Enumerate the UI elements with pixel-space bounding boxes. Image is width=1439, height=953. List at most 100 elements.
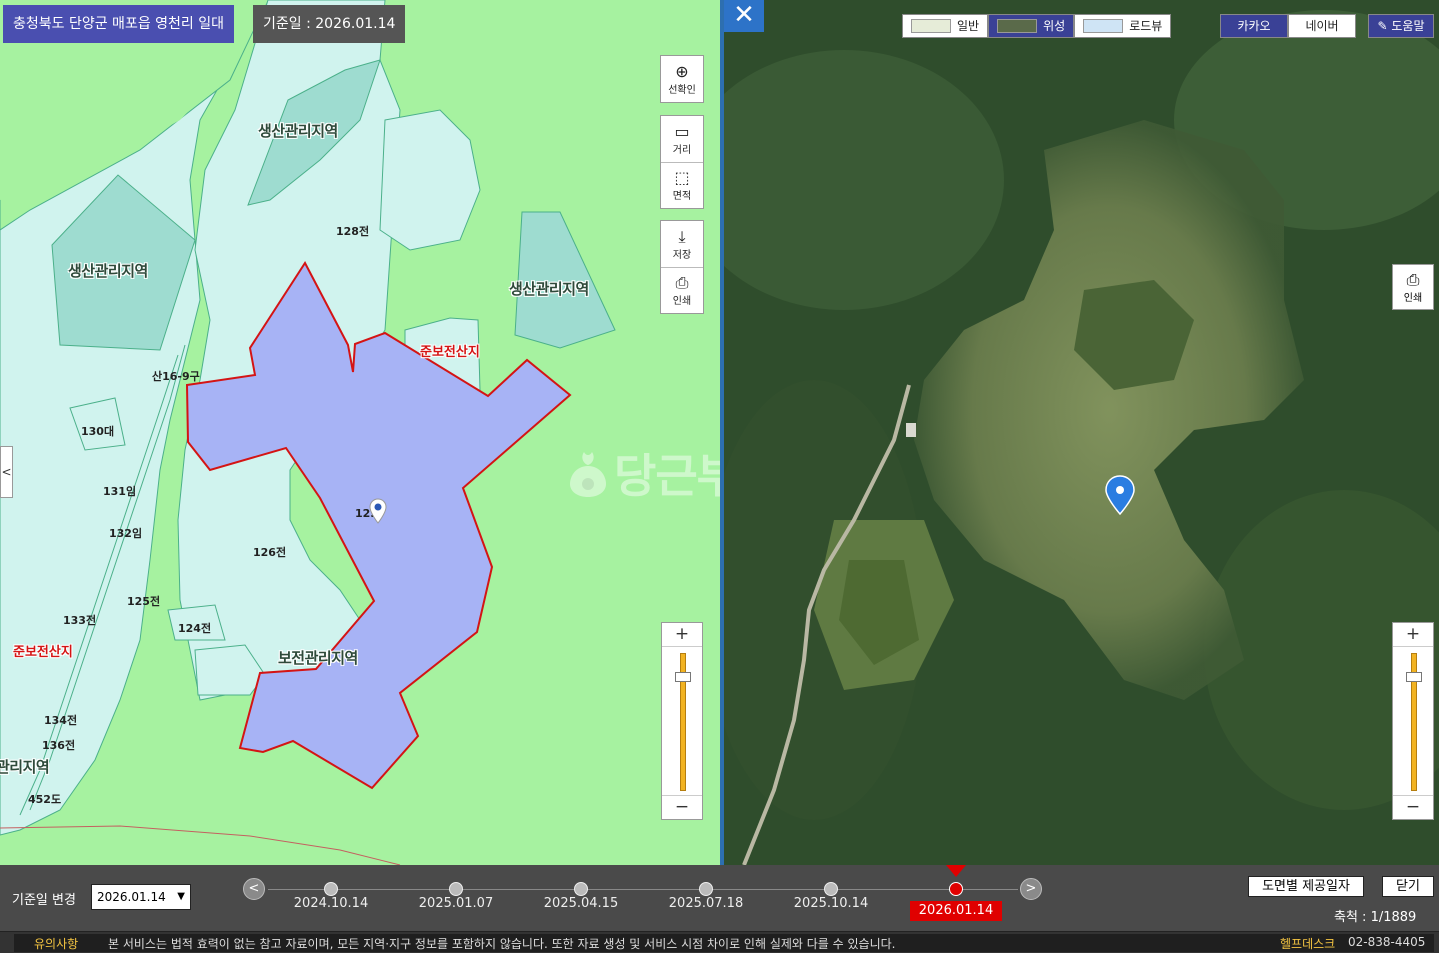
timeline-date[interactable]: 2025.04.15 bbox=[531, 896, 631, 911]
timeline-track bbox=[268, 889, 1018, 890]
timeline-date[interactable]: 2024.10.14 bbox=[281, 896, 381, 911]
map-scale: 축척 : 1/1889 bbox=[1334, 910, 1417, 925]
distance-button[interactable]: ▭ 거리 bbox=[661, 116, 703, 162]
helpdesk-label: 헬프데스크 bbox=[1280, 937, 1336, 951]
zone-label: 보전관리지역 bbox=[278, 649, 358, 667]
selection-label: 선확인 bbox=[668, 84, 696, 96]
measure-tools: ▭ 거리 ⬚ 면적 bbox=[660, 115, 704, 209]
zoom-slider-thumb[interactable] bbox=[675, 672, 691, 683]
right-zoom-control: + − bbox=[1392, 622, 1434, 820]
carrot-logo-icon bbox=[570, 452, 606, 497]
general-map-thumbnail-icon bbox=[911, 19, 951, 33]
save-button[interactable]: ⤓ 저장 bbox=[661, 221, 703, 267]
zoom-in-button[interactable]: + bbox=[1393, 623, 1433, 647]
cadastral-map[interactable]: 생산관리지역 생산관리지역 생산관리지역 보전관리지역 관리지역 준보전산지 준… bbox=[0, 0, 720, 865]
provider-kakao[interactable]: 카카오 bbox=[1220, 14, 1288, 38]
download-icon: ⤓ bbox=[678, 226, 686, 246]
parcel-label: 131임 bbox=[103, 485, 137, 498]
timeline-date[interactable]: 2025.10.14 bbox=[781, 896, 881, 911]
parcel-label: 133전 bbox=[63, 614, 97, 627]
left-zoom-control: + − bbox=[661, 622, 703, 820]
reference-date-select[interactable]: 2026.01.14 ▼ bbox=[91, 884, 191, 910]
notice-inner: 유의사항 본 서비스는 법적 효력이 없는 참고 자료이며, 모든 지역·지구 … bbox=[14, 934, 1434, 952]
satellite-map[interactable] bbox=[724, 0, 1439, 865]
zoom-out-button[interactable]: − bbox=[662, 795, 702, 819]
timeline-next-button[interactable]: > bbox=[1020, 878, 1042, 900]
zone-label: 생산관리지역 bbox=[509, 280, 589, 298]
map-type-label: 일반 bbox=[957, 19, 980, 33]
area-square-icon: ⬚ bbox=[674, 168, 690, 187]
roadview-thumbnail-icon bbox=[1083, 19, 1124, 33]
zone-label: 생산관리지역 bbox=[68, 262, 148, 280]
collapse-left-panel-button[interactable]: < bbox=[0, 446, 13, 498]
reference-date-value: 2026.01.14 bbox=[97, 890, 166, 904]
timeline-date[interactable]: 2025.07.18 bbox=[656, 896, 756, 911]
map-type-label: 위성 bbox=[1043, 19, 1066, 33]
print-button[interactable]: ⎙ 인쇄 bbox=[661, 267, 703, 313]
timeline-current-marker-icon bbox=[946, 865, 966, 877]
satellite-map-thumbnail-icon bbox=[997, 19, 1038, 33]
map-type-label: 로드뷰 bbox=[1129, 19, 1163, 33]
parcel-label: 132임 bbox=[109, 527, 143, 540]
timeline-date[interactable]: 2025.01.07 bbox=[406, 896, 506, 911]
notice-bar: 유의사항 본 서비스는 법적 효력이 없는 참고 자료이며, 모든 지역·지구 … bbox=[0, 931, 1439, 953]
map-type-satellite[interactable]: 위성 bbox=[988, 14, 1075, 38]
save-label: 저장 bbox=[672, 249, 692, 261]
map-type-roadview[interactable]: 로드뷰 bbox=[1074, 14, 1172, 38]
provide-dates-button[interactable]: 도면별 제공일자 bbox=[1248, 876, 1364, 897]
map-type-general[interactable]: 일반 bbox=[902, 14, 989, 38]
selection-tool[interactable]: ⊕ 선확인 bbox=[660, 55, 704, 103]
help-button[interactable]: ✎ 도움말 bbox=[1368, 14, 1434, 38]
timeline-point[interactable] bbox=[699, 882, 713, 896]
forest-zone-label: 준보전산지 bbox=[13, 645, 73, 660]
timeline-point[interactable] bbox=[574, 882, 588, 896]
forest-zone-label: 준보전산지 bbox=[420, 345, 480, 360]
zone-label: 생산관리지역 bbox=[258, 122, 338, 140]
close-button[interactable]: 닫기 bbox=[1382, 876, 1434, 897]
zoom-slider-thumb[interactable] bbox=[1406, 672, 1422, 683]
reference-date: 기준일 : 2026.01.14 bbox=[253, 5, 406, 43]
chevron-down-icon: ▼ bbox=[177, 891, 185, 902]
area-button[interactable]: ⬚ 면적 bbox=[661, 162, 703, 208]
zoom-plus-circle-icon: ⊕ bbox=[675, 61, 689, 81]
area-label: 면적 bbox=[672, 191, 692, 202]
zoom-out-button[interactable]: − bbox=[1393, 795, 1433, 819]
right-print-button[interactable]: ⎙ 인쇄 bbox=[1392, 264, 1434, 310]
output-tools: ⤓ 저장 ⎙ 인쇄 bbox=[660, 220, 704, 314]
notice-text: 본 서비스는 법적 효력이 없는 참고 자료이며, 모든 지역·지구 정보를 포… bbox=[108, 937, 896, 951]
parcel-label: 136전 bbox=[42, 739, 76, 752]
ruler-icon: ▭ bbox=[674, 121, 690, 141]
parcel-label: 124전 bbox=[178, 622, 212, 635]
zoom-in-button[interactable]: + bbox=[662, 623, 702, 647]
parcel-label: 134전 bbox=[44, 714, 78, 727]
zone-label: 관리지역 bbox=[0, 758, 50, 776]
watermark: 당근부동산 bbox=[566, 440, 720, 506]
print-label: 인쇄 bbox=[672, 296, 692, 307]
watermark-text: 당근부동산 bbox=[614, 449, 720, 503]
timeline-point[interactable] bbox=[449, 882, 463, 896]
parcel-label: 452도 bbox=[28, 793, 62, 806]
provider-naver[interactable]: 네이버 bbox=[1288, 14, 1356, 38]
timeline-bar: 기준일 변경 2026.01.14 ▼ < 2024.10.14 2025.01… bbox=[0, 865, 1439, 931]
notice-title: 유의사항 bbox=[34, 937, 79, 951]
parcel-label: 130대 bbox=[81, 425, 115, 438]
timeline-date-active[interactable]: 2026.01.14 bbox=[910, 901, 1002, 921]
printer-icon: ⎙ bbox=[675, 273, 689, 292]
print-label: 인쇄 bbox=[1403, 292, 1423, 304]
timeline-point-active[interactable] bbox=[949, 882, 963, 896]
satellite-imagery bbox=[724, 0, 1439, 865]
map-viewer: 생산관리지역 생산관리지역 생산관리지역 보전관리지역 관리지역 준보전산지 준… bbox=[0, 0, 1439, 953]
parcel-label: 125전 bbox=[127, 595, 161, 608]
timeline-prev-button[interactable]: < bbox=[243, 878, 265, 900]
map-pin-icon[interactable] bbox=[369, 498, 387, 524]
distance-label: 거리 bbox=[672, 144, 692, 156]
close-split-button[interactable]: ✕ bbox=[724, 0, 764, 32]
selection-button[interactable]: ⊕ 선확인 bbox=[661, 56, 703, 102]
provider-selector: 카카오 네이버 bbox=[1220, 14, 1356, 38]
location-title: 충청북도 단양군 매포읍 영천리 일대 bbox=[3, 5, 234, 43]
parcel-label: 128전 bbox=[336, 225, 370, 238]
timeline-point[interactable] bbox=[824, 882, 838, 896]
printer-icon: ⎙ bbox=[1406, 269, 1420, 289]
timeline-point[interactable] bbox=[324, 882, 338, 896]
helpdesk-phone: 02-838-4405 bbox=[1348, 935, 1426, 949]
